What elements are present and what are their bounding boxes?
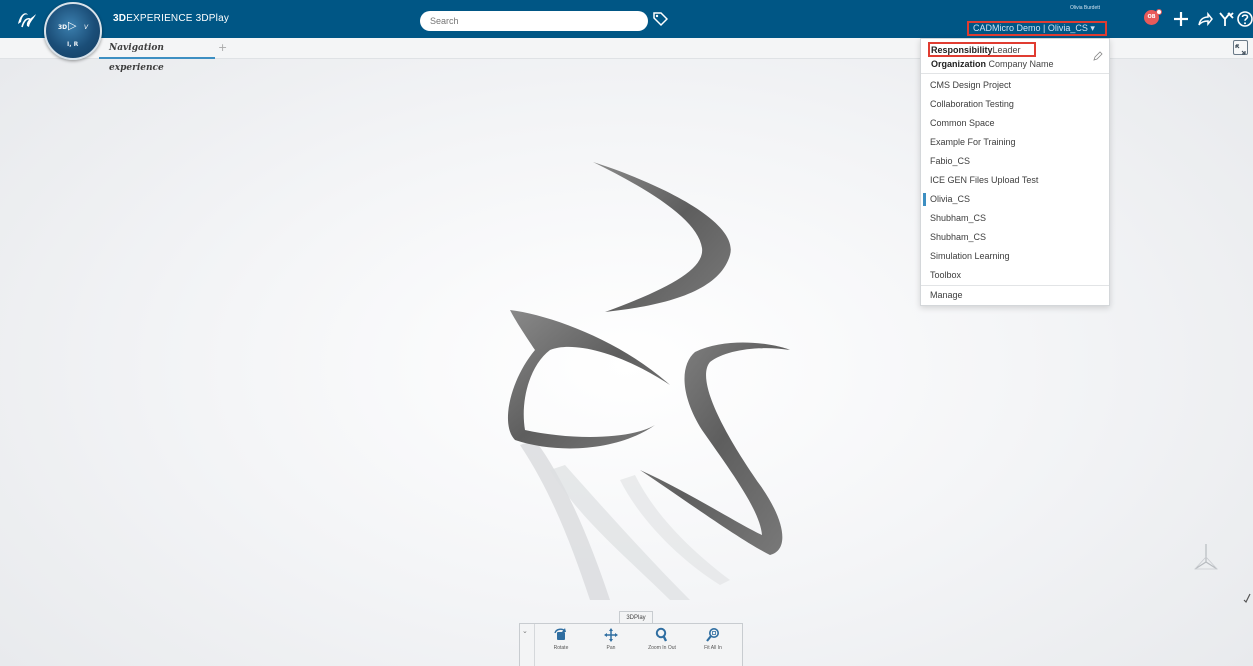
notification-dot-icon <box>1156 9 1162 15</box>
search-icon[interactable] <box>625 12 641 28</box>
list-item[interactable]: Shubham_CS <box>921 228 1109 247</box>
compass-v-label: V <box>84 24 89 31</box>
compass-widget[interactable]: 3D ▷ V I, R <box>44 2 102 60</box>
list-item[interactable]: Simulation Learning <box>921 247 1109 266</box>
organization-row: Organization Company Name <box>931 59 1054 69</box>
top-bar: 3DEXPERIENCE 3DPlay Olivia Burdett CADMi… <box>0 0 1253 38</box>
search-input[interactable] <box>420 11 648 31</box>
3ds-logo-model[interactable] <box>440 140 860 610</box>
ds-logo-icon[interactable] <box>14 6 40 32</box>
manage-link[interactable]: Manage <box>921 286 1109 305</box>
list-item[interactable]: Fabio_CS <box>921 152 1109 171</box>
list-item-active[interactable]: Olivia_CS <box>921 190 1109 209</box>
zoom-label: Zoom In Out <box>648 645 676 651</box>
list-item[interactable]: CMS Design Project <box>921 76 1109 95</box>
plus-icon[interactable] <box>1172 10 1190 28</box>
zoom-button[interactable]: Zoom In Out <box>642 627 682 666</box>
list-item[interactable]: Example For Training <box>921 133 1109 152</box>
pan-label: Pan <box>606 645 616 651</box>
list-item[interactable]: Toolbox <box>921 266 1109 285</box>
collab-space-switcher[interactable]: CADMicro Demo | Olivia_CS ▾ <box>967 21 1107 36</box>
list-item[interactable]: Common Space <box>921 114 1109 133</box>
user-name: Olivia Burdett <box>1069 5 1100 11</box>
fit-all-in-button[interactable]: Fit All In <box>693 627 733 666</box>
help-icon[interactable] <box>1236 10 1253 28</box>
fit-all-icon <box>706 628 719 642</box>
compass-3d-label: 3D <box>58 24 68 31</box>
play-icon: ▷ <box>68 19 77 32</box>
list-item[interactable]: Collaboration Testing <box>921 95 1109 114</box>
apps-icon[interactable] <box>1218 10 1236 28</box>
divider <box>921 73 1109 74</box>
tag-icon[interactable] <box>652 11 668 27</box>
responsibility-row: ResponsibilityLeader <box>931 45 1021 55</box>
chevron-down-icon: ▾ <box>1087 23 1095 33</box>
action-bar: ⌄ Rotate Pan Zoom In Out Fit All In <box>519 623 743 666</box>
list-item[interactable]: ICE GEN Files Upload Test <box>921 171 1109 190</box>
collab-space-dropdown: ResponsibilityLeader Organization Compan… <box>920 38 1110 306</box>
chevron-down-icon[interactable]: ⌄ <box>522 627 532 637</box>
app-title: 3DEXPERIENCE 3DPlay <box>113 13 230 24</box>
add-tab-button[interactable]: + <box>218 41 227 54</box>
rotate-icon <box>554 628 566 640</box>
view-cube-icon[interactable] <box>1192 540 1220 574</box>
pencil-icon[interactable] <box>1093 51 1103 61</box>
share-icon[interactable] <box>1196 10 1214 28</box>
pan-button[interactable]: Pan <box>591 627 631 666</box>
tab-navigation-experience[interactable]: Navigation experience <box>99 38 215 73</box>
divider <box>534 624 535 666</box>
rotate-label: Rotate <box>553 645 569 651</box>
zoom-icon <box>655 627 668 642</box>
fit-all-label: Fit All In <box>704 645 722 651</box>
pan-icon <box>604 628 618 642</box>
list-item[interactable]: Shubham_CS <box>921 209 1109 228</box>
fullscreen-icon[interactable] <box>1233 40 1248 55</box>
compass-iu-label: I, R <box>67 41 79 48</box>
rotate-button[interactable]: Rotate <box>541 627 581 666</box>
check-icon <box>1243 593 1251 604</box>
